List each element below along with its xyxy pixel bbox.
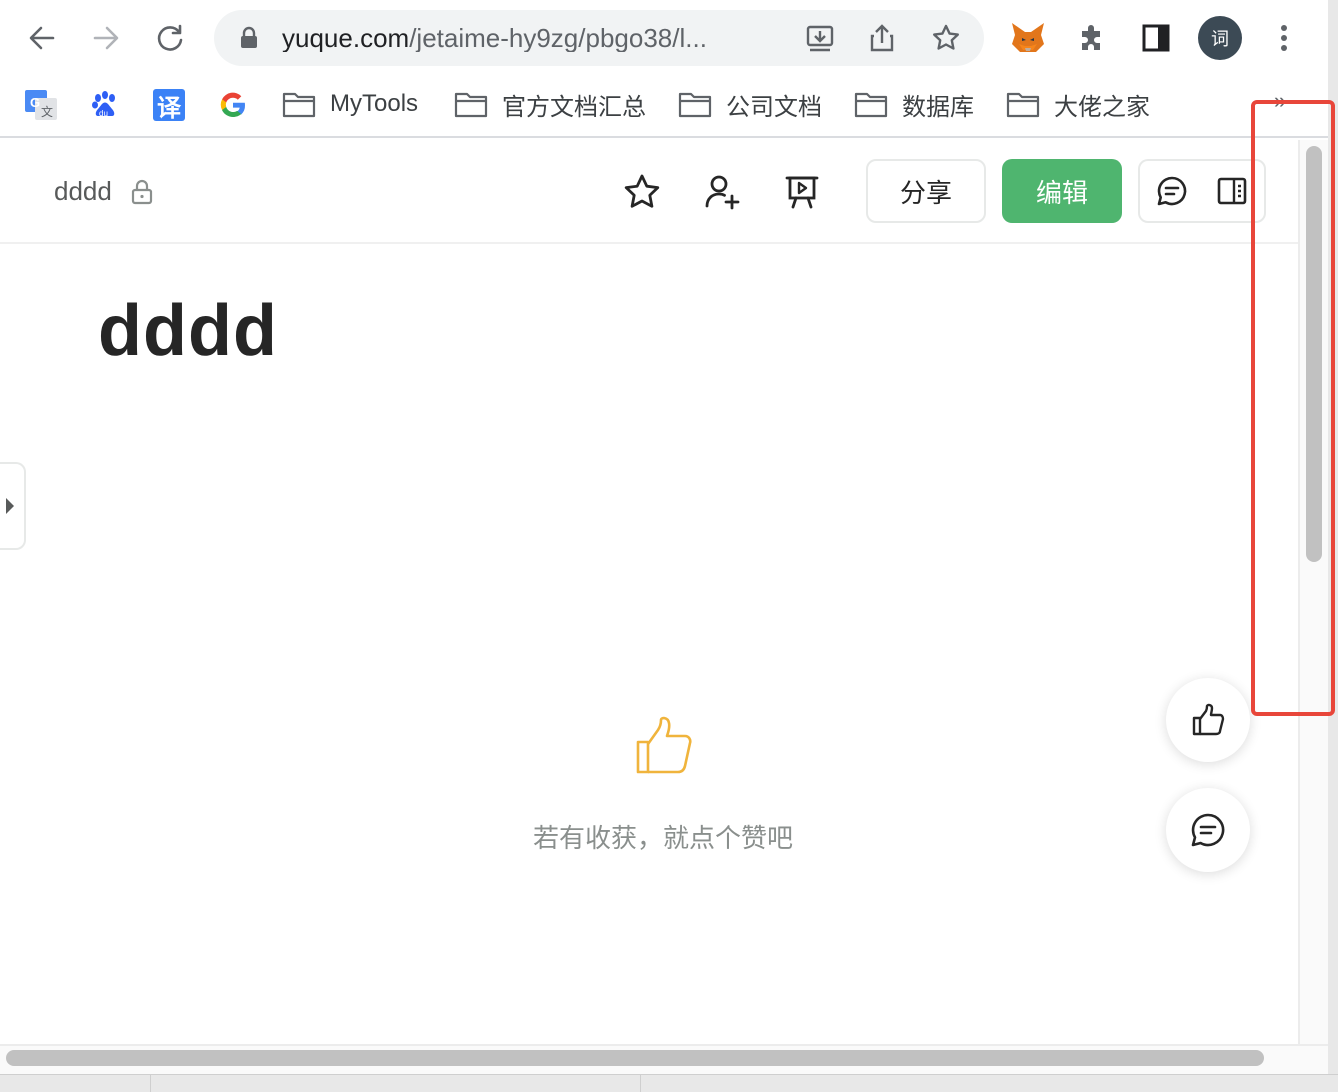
address-bar[interactable]: yuque.com/jetaime-hy9zg/pbgo38/l... xyxy=(214,10,984,66)
comment-icon xyxy=(1157,176,1187,206)
floating-comment-button[interactable] xyxy=(1166,788,1250,872)
back-arrow-icon xyxy=(29,26,55,50)
horizontal-scrollbar-thumb[interactable] xyxy=(6,1050,1264,1066)
toc-panel-toggle-button[interactable] xyxy=(1214,173,1250,209)
bookmark-google-translate[interactable]: G文 xyxy=(24,88,58,122)
like-thumb-icon[interactable] xyxy=(634,714,696,781)
forward-arrow-icon xyxy=(93,26,119,50)
star-outline-icon xyxy=(933,24,959,50)
vertical-scrollbar-thumb[interactable] xyxy=(1306,146,1322,562)
download-icon xyxy=(806,25,834,52)
metamask-extension[interactable] xyxy=(1008,18,1048,58)
bookmarks-bar: G文 du 译 MyTools 官方文档汇总 公司文档 数据库 大佬之家 xyxy=(0,76,1328,138)
comment-icon xyxy=(1191,813,1225,847)
folder-icon xyxy=(282,92,316,118)
reload-button[interactable] xyxy=(148,16,192,60)
presentation-icon xyxy=(785,176,819,209)
url-path: /jetaime-hy9zg/pbgo38/l... xyxy=(409,24,707,52)
bookmark-baidu[interactable]: du xyxy=(88,88,122,122)
private-lock-icon xyxy=(131,179,152,204)
profile-avatar[interactable]: 词 xyxy=(1198,16,1242,60)
comments-toggle-button[interactable] xyxy=(1154,173,1190,209)
folder-icon xyxy=(854,92,888,118)
presentation-button[interactable] xyxy=(780,170,824,214)
bookmark-folder-database[interactable]: 数据库 xyxy=(854,86,974,122)
browser-menu-button[interactable] xyxy=(1264,18,1304,58)
add-user-icon xyxy=(705,175,740,210)
forward-button[interactable] xyxy=(84,16,128,60)
folder-icon xyxy=(678,92,712,118)
svg-text:du: du xyxy=(99,109,108,118)
lock-icon[interactable] xyxy=(238,26,260,50)
more-bookmarks-button[interactable]: » xyxy=(1274,88,1286,114)
bookmark-label: 公司文档 xyxy=(726,93,822,121)
url-host: yuque.com xyxy=(282,24,410,52)
bookmark-star-button[interactable] xyxy=(930,22,962,54)
bookmark-google[interactable] xyxy=(216,88,250,122)
svg-text:文: 文 xyxy=(41,104,53,119)
add-collaborator-button[interactable] xyxy=(700,170,744,214)
bookmark-folder-mytools[interactable]: MyTools xyxy=(282,86,418,122)
back-button[interactable] xyxy=(20,16,64,60)
url-text[interactable]: yuque.com/jetaime-hy9zg/pbgo38/l... xyxy=(282,24,782,52)
like-prompt-text: 若有收获，就点个赞吧 xyxy=(532,824,793,854)
extensions-button[interactable] xyxy=(1072,18,1112,58)
bookmark-folder-experts[interactable]: 大佬之家 xyxy=(1006,86,1150,122)
bookmark-label: 数据库 xyxy=(902,93,974,121)
document-title: dddd xyxy=(98,291,278,371)
bookmark-folder-company-docs[interactable]: 公司文档 xyxy=(678,86,822,122)
baidu-paw-icon: du xyxy=(92,91,115,118)
sidebar-expand-button[interactable] xyxy=(0,462,26,550)
header-tool-group xyxy=(1138,159,1266,223)
breadcrumb-title[interactable]: dddd xyxy=(54,176,112,207)
star-icon xyxy=(624,174,660,208)
document-page: dddd 分享 编辑 dddd 若有收获，就点个赞吧 xyxy=(0,140,1300,1044)
share-button[interactable]: 分享 xyxy=(866,159,986,223)
caret-right-icon xyxy=(6,498,14,514)
bookmark-folder-official-docs[interactable]: 官方文档汇总 xyxy=(454,86,646,122)
bookmark-label: MyTools xyxy=(330,90,419,117)
bookmark-label: 官方文档汇总 xyxy=(502,93,646,121)
folder-icon xyxy=(454,92,488,118)
breadcrumb: dddd xyxy=(54,176,154,207)
install-app-button[interactable] xyxy=(804,22,836,54)
puzzle-icon xyxy=(1082,25,1100,50)
translate-glyph: 译 xyxy=(157,93,181,122)
kebab-menu-icon xyxy=(1281,25,1287,51)
svg-text:G: G xyxy=(30,95,40,110)
edit-button[interactable]: 编辑 xyxy=(1002,159,1122,223)
thumbs-up-icon xyxy=(1192,703,1225,736)
bookmark-translator[interactable]: 译 xyxy=(152,88,186,122)
favorite-button[interactable] xyxy=(620,170,664,214)
bookmark-label: 大佬之家 xyxy=(1054,93,1150,121)
window-edge xyxy=(1328,0,1338,1092)
reload-icon xyxy=(157,24,183,51)
document-header: dddd 分享 编辑 xyxy=(0,140,1300,244)
side-panel-icon xyxy=(1142,24,1170,52)
side-panel-icon xyxy=(1217,177,1247,205)
window-bottom-edge xyxy=(0,1074,1338,1092)
browser-toolbar: yuque.com/jetaime-hy9zg/pbgo38/l... 词 xyxy=(0,0,1328,76)
share-page-button[interactable] xyxy=(866,22,898,54)
google-translate-icon: G文 xyxy=(25,90,57,120)
fox-icon xyxy=(1012,23,1044,52)
folder-icon xyxy=(1006,92,1040,118)
side-panel-button[interactable] xyxy=(1136,18,1176,58)
floating-like-button[interactable] xyxy=(1166,678,1250,762)
google-icon xyxy=(220,92,246,118)
share-icon xyxy=(870,24,894,52)
